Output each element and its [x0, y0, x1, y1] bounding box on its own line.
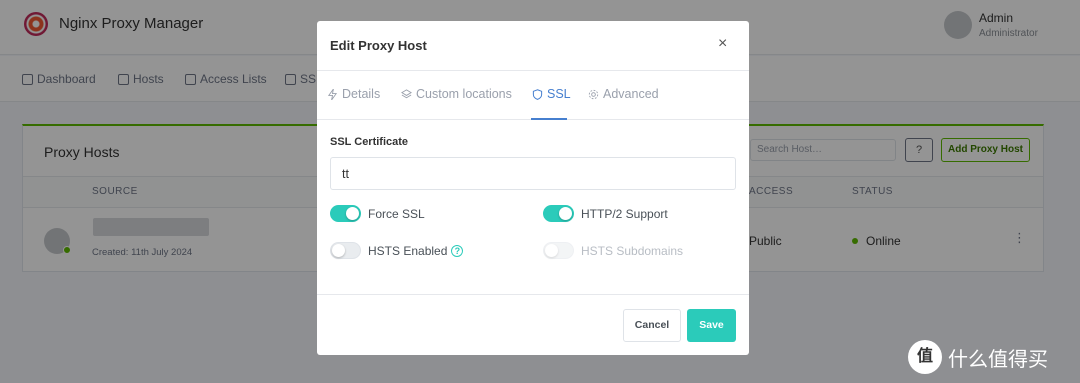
- tab-custom-locations[interactable]: Custom locations: [401, 87, 512, 101]
- modal-header: Edit Proxy Host ×: [317, 21, 749, 71]
- toggle-knob: [332, 244, 345, 257]
- tab-label: SSL: [547, 87, 571, 101]
- force-ssl-toggle-row[interactable]: Force SSL: [330, 205, 425, 222]
- http2-label: HTTP/2 Support: [581, 206, 668, 221]
- question-circle-icon[interactable]: ?: [451, 244, 464, 257]
- tab-ssl[interactable]: SSL: [532, 87, 571, 101]
- bolt-icon: [327, 88, 338, 100]
- http2-toggle[interactable]: [543, 205, 574, 222]
- modal-footer: Cancel Save: [317, 294, 749, 355]
- tab-label: Advanced: [603, 87, 659, 101]
- hsts-enabled-label: HSTS Enabled: [368, 243, 448, 258]
- gear-icon: [588, 89, 599, 99]
- modal-tabs: Details Custom locations SSL Advanced: [317, 71, 749, 120]
- tab-details[interactable]: Details: [327, 87, 380, 101]
- force-ssl-toggle[interactable]: [330, 205, 361, 222]
- modal-title: Edit Proxy Host: [330, 38, 427, 53]
- hsts-subdomains-toggle-row: HSTS Subdomains: [543, 242, 683, 259]
- watermark-text: 什么值得买: [948, 346, 1048, 371]
- toggle-knob: [346, 207, 359, 220]
- watermark: 值 什么值得买: [908, 340, 1048, 374]
- tab-label: Custom locations: [416, 87, 512, 101]
- edit-proxy-host-modal: Edit Proxy Host × Details Custom locatio…: [317, 21, 749, 355]
- watermark-badge: 值: [908, 340, 942, 374]
- hsts-toggle-row[interactable]: HSTS Enabled ?: [330, 242, 464, 259]
- hsts-enabled-toggle[interactable]: [330, 242, 361, 259]
- close-icon[interactable]: ×: [718, 35, 727, 53]
- ssl-certificate-select[interactable]: tt: [330, 157, 736, 190]
- shield-icon: [532, 88, 543, 100]
- hsts-subdomains-toggle: [543, 242, 574, 259]
- toggle-knob: [559, 207, 572, 220]
- toggle-knob: [545, 244, 558, 257]
- cancel-button[interactable]: Cancel: [623, 309, 681, 342]
- force-ssl-label: Force SSL: [368, 206, 425, 221]
- active-tab-indicator: [531, 118, 567, 120]
- layers-icon: [401, 88, 412, 98]
- hsts-subdomains-label: HSTS Subdomains: [581, 243, 684, 258]
- http2-toggle-row[interactable]: HTTP/2 Support: [543, 205, 668, 222]
- tab-label: Details: [342, 87, 381, 101]
- save-button[interactable]: Save: [687, 309, 736, 342]
- tab-advanced[interactable]: Advanced: [588, 87, 659, 101]
- ssl-certificate-label: SSL Certificate: [330, 136, 409, 148]
